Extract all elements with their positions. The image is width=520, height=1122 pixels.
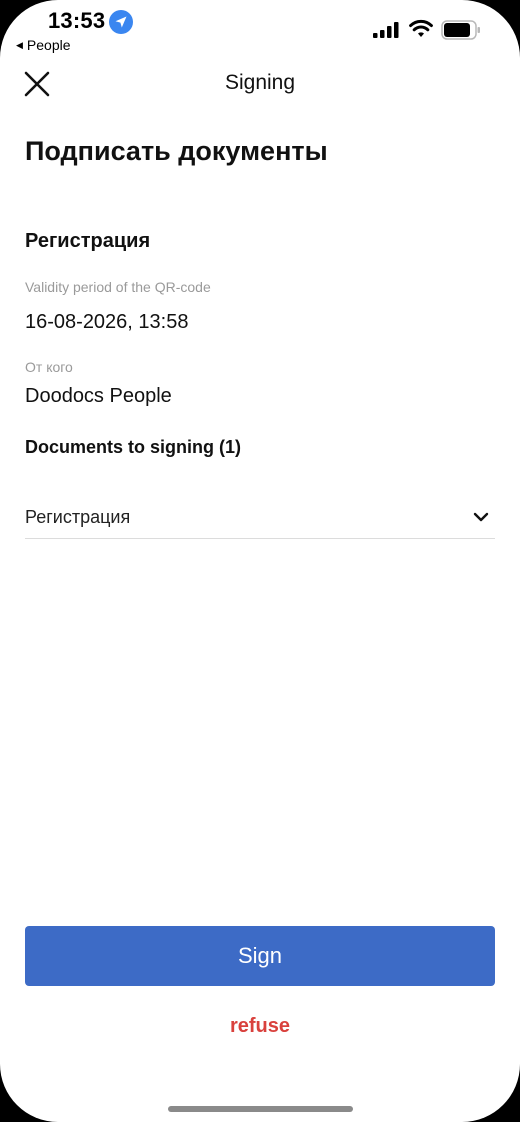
back-app-label: People — [26, 37, 71, 53]
validity-value: 16-08-2026, 13:58 — [25, 311, 189, 333]
status-time: 13:53 — [48, 8, 106, 33]
nav-title: Signing — [224, 71, 296, 94]
location-arrow-icon — [109, 10, 133, 34]
back-to-app-link[interactable]: ◀ People — [16, 37, 71, 53]
section-title: Регистрация — [25, 230, 151, 252]
battery-icon — [441, 20, 480, 40]
validity-label: Validity period of the QR-code — [25, 279, 211, 295]
home-indicator — [168, 1106, 353, 1112]
page-title: Подписать документы — [25, 136, 328, 166]
back-triangle-icon: ◀ — [16, 39, 23, 50]
cellular-signal-icon — [373, 22, 399, 38]
phone-screen: 13:53 ◀ People Signing Подписать докумен… — [0, 0, 520, 1122]
document-name: Регистрация — [25, 507, 131, 527]
documents-title: Documents to signing (1) — [25, 437, 241, 457]
refuse-button[interactable]: refuse — [0, 1015, 520, 1038]
document-dropdown[interactable]: Регистрация — [25, 496, 495, 539]
from-label: От кого — [25, 359, 73, 375]
sign-button[interactable]: Sign — [25, 926, 495, 986]
from-value: Doodocs People — [25, 385, 172, 407]
chevron-down-icon — [473, 512, 489, 522]
wifi-icon — [409, 19, 433, 37]
